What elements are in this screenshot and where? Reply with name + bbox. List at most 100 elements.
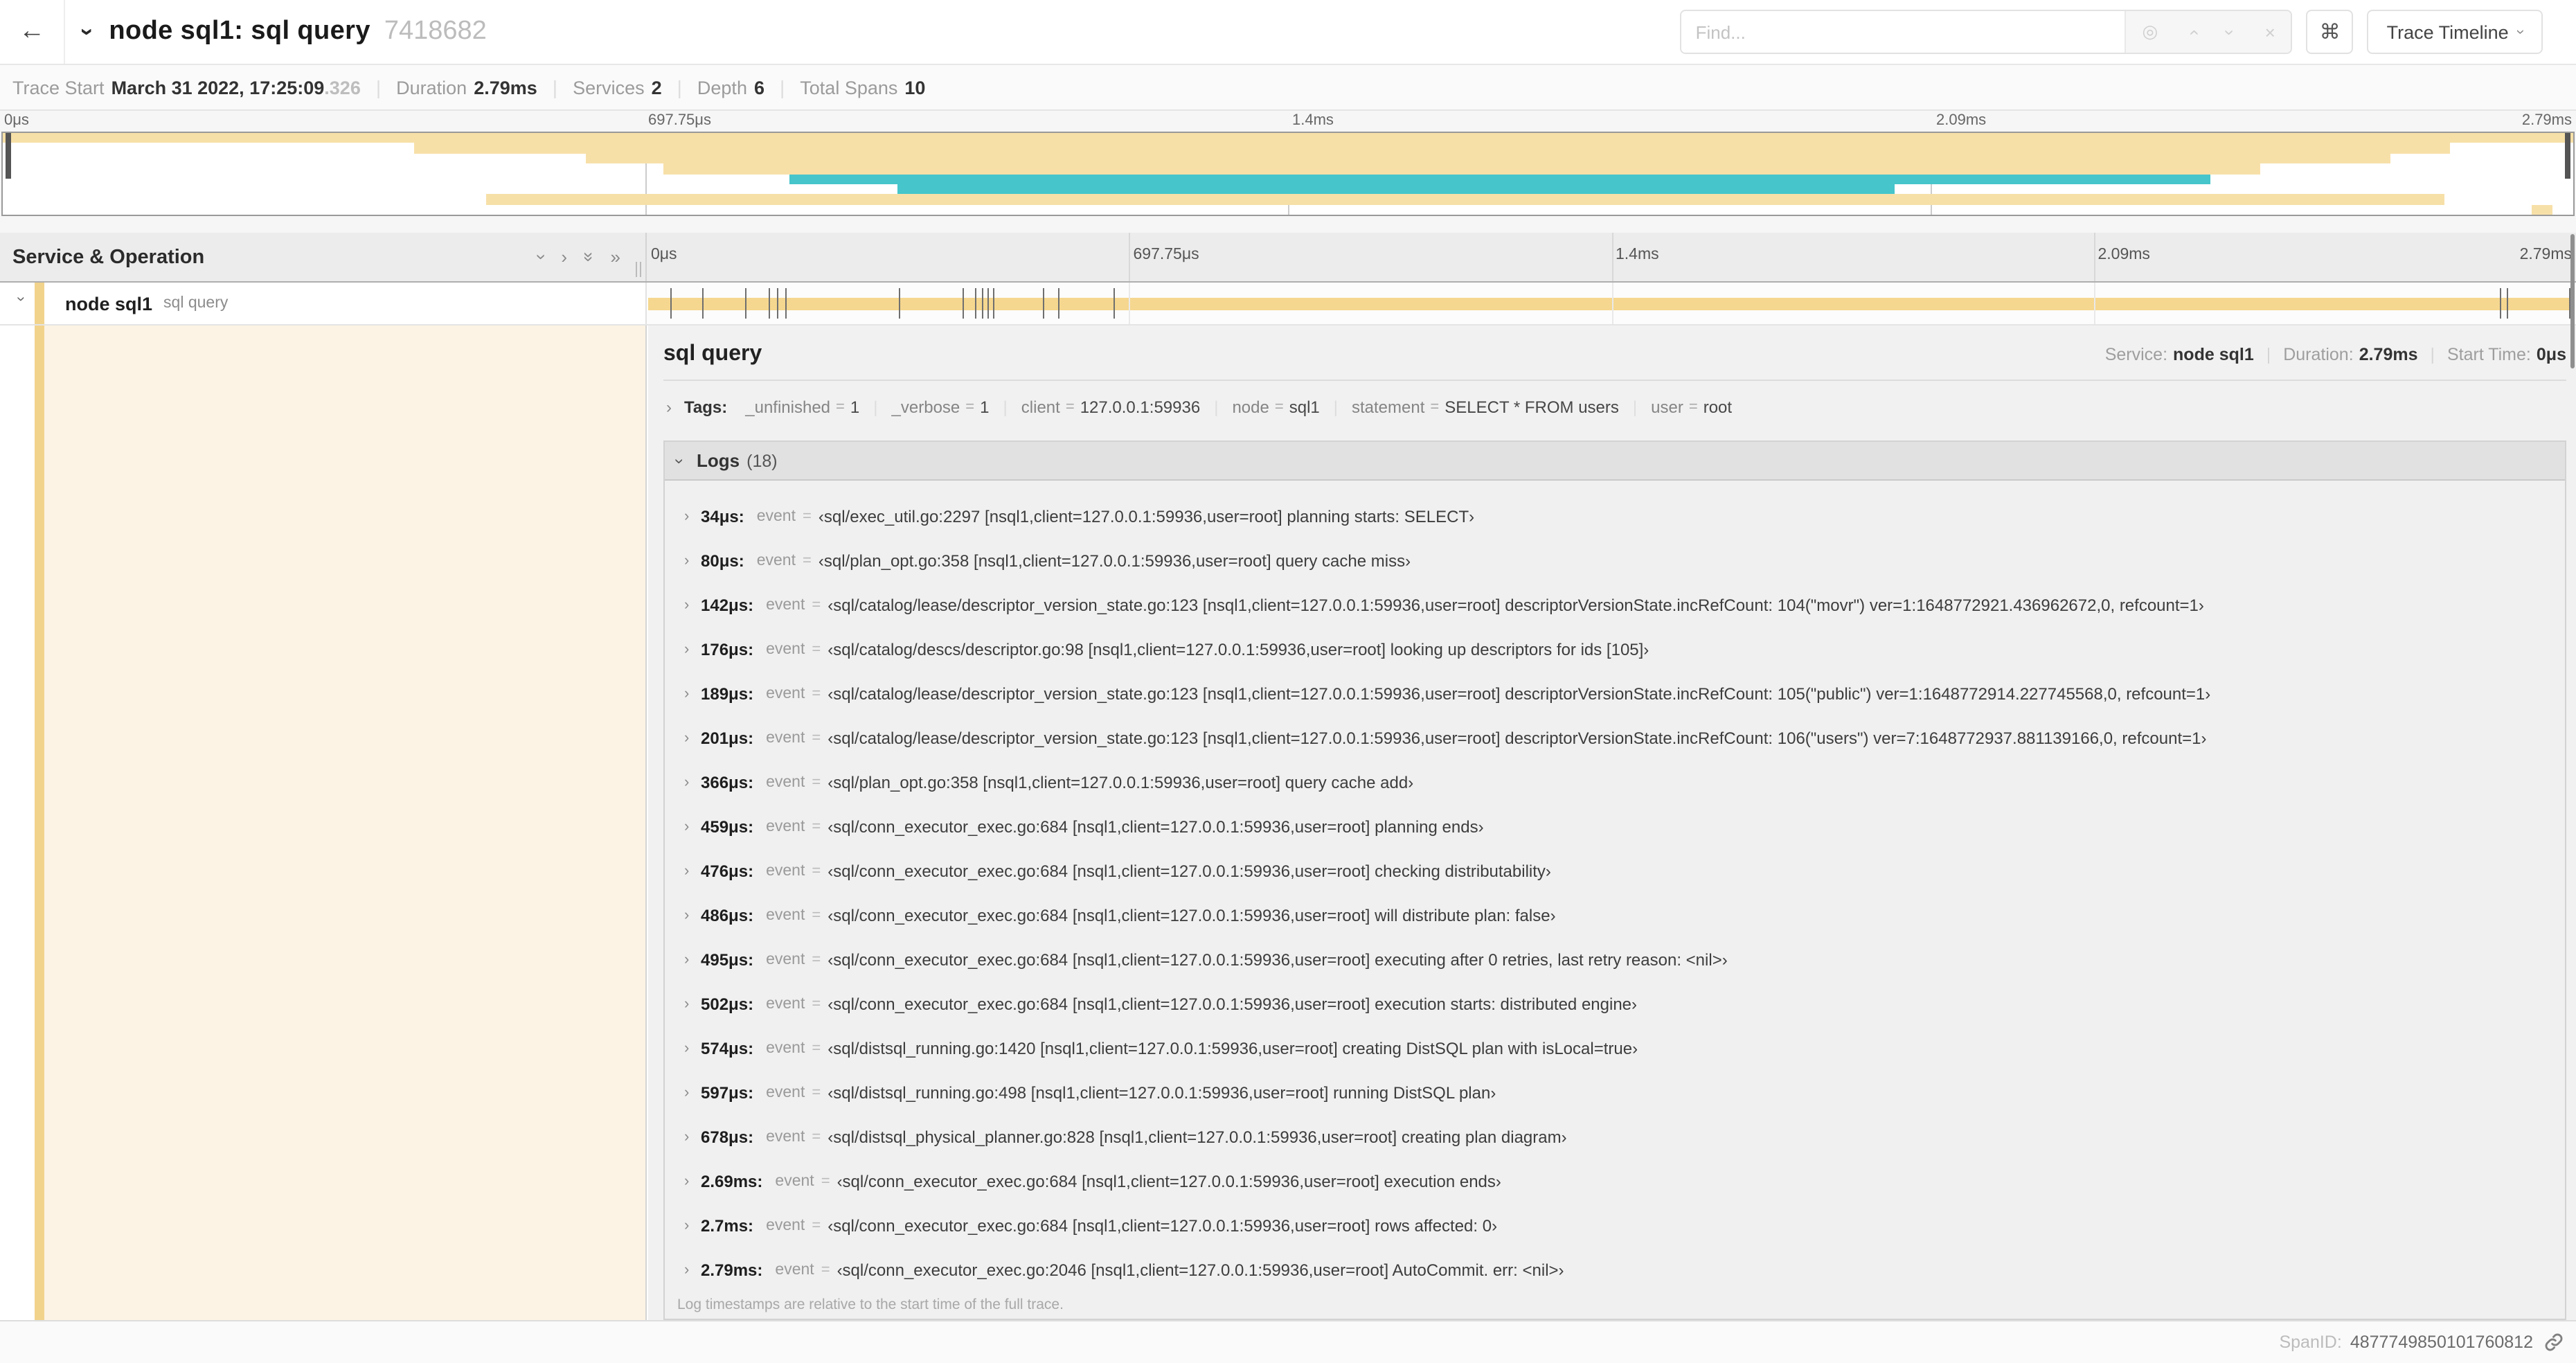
log-expand-chevron-icon: › (684, 1262, 690, 1279)
log-timestamp: 476μs: (701, 862, 754, 881)
column-resizer-handle[interactable] (636, 262, 641, 277)
log-entry[interactable]: › 459μs: event = ‹sql/conn_executor_exec.go:… (665, 805, 2565, 849)
log-expand-chevron-icon: › (684, 1085, 690, 1101)
tag-equals: = (836, 399, 845, 416)
next-result-icon[interactable]: › (2220, 29, 2241, 35)
trace-start-label: Trace Start (12, 77, 105, 98)
log-entry[interactable]: › 201μs: event = ‹sql/catalog/lease/descript… (665, 716, 2565, 760)
log-message: ‹sql/conn_executor_exec.go:684 [nsql1,cl… (837, 1172, 1501, 1191)
vertical-scrollbar-thumb[interactable] (2570, 234, 2575, 368)
deep-link-icon[interactable] (2544, 1333, 2564, 1352)
timeline-gridline (2093, 233, 2095, 281)
trace-id: 7418682 (384, 17, 487, 46)
log-entry[interactable]: › 678μs: event = ‹sql/distsql_physical_plann… (665, 1115, 2565, 1159)
log-entry[interactable]: › 142μs: event = ‹sql/catalog/lease/descript… (665, 583, 2565, 627)
tag-list: _unfinished = 1 | _verbose = 1 | client = 127.0.0.… (745, 398, 1732, 417)
span-detail-left-fill (44, 326, 645, 1320)
span-row-node-sql1[interactable]: › node sql1 sql query (0, 283, 2576, 326)
divider (663, 380, 2566, 381)
minimap-span (789, 174, 2211, 184)
log-equals: = (812, 1218, 821, 1234)
log-timestamp: 189μs: (701, 684, 754, 704)
trace-timeline-page: ← › node sql1: sql query 7418682 ◎ › › ×… (0, 0, 2576, 1363)
log-entry[interactable]: › 80μs: event = ‹sql/plan_opt.go:358 [nsql1,… (665, 539, 2565, 583)
log-entry[interactable]: › 34μs: event = ‹sql/exec_util.go:2297 [nsql… (665, 495, 2565, 539)
span-operation-name: sql query (163, 295, 229, 312)
log-equals: = (812, 1040, 821, 1057)
log-message: ‹sql/conn_executor_exec.go:2046 [nsql1,c… (837, 1260, 1564, 1280)
total-spans-label: Total Spans (800, 77, 898, 98)
service-label: Service: (2104, 345, 2168, 364)
span-collapse-chevron-icon[interactable]: › (12, 296, 29, 310)
log-marker (785, 288, 787, 319)
log-event-label: event (756, 508, 796, 525)
keyboard-shortcuts-button[interactable]: ⌘ (2306, 10, 2354, 54)
span-detail-footer: SpanID: 4877749850101760812 (0, 1320, 2576, 1363)
log-event-label: event (775, 1262, 814, 1279)
divider: | (2430, 345, 2435, 364)
expand-one-icon[interactable]: › (561, 247, 567, 267)
log-entry[interactable]: › 2.7ms: event = ‹sql/conn_executor_exec.go:… (665, 1204, 2565, 1248)
minimap-canvas[interactable] (1, 132, 2575, 216)
minimap-left-drag-handle[interactable] (6, 133, 11, 179)
log-entry[interactable]: › 189μs: event = ‹sql/catalog/lease/descript… (665, 672, 2565, 716)
log-expand-chevron-icon: › (684, 774, 690, 791)
span-id-value: 4877749850101760812 (2350, 1333, 2533, 1352)
log-marker (2500, 288, 2502, 319)
span-duration-bar[interactable] (648, 298, 2569, 310)
log-entry[interactable]: › 2.69ms: event = ‹sql/conn_executor_exec.go… (665, 1159, 2565, 1204)
divider: | (677, 76, 682, 98)
collapse-one-icon[interactable]: › (531, 254, 552, 260)
log-entry[interactable]: › 2.79ms: event = ‹sql/conn_executor_exec.go… (665, 1248, 2565, 1292)
collapse-all-icon[interactable]: » (578, 252, 599, 262)
log-marker (987, 288, 990, 319)
log-equals: = (821, 1173, 830, 1190)
log-entry[interactable]: › 502μs: event = ‹sql/conn_executor_exec.go:… (665, 982, 2565, 1026)
back-button[interactable]: ← (0, 0, 64, 64)
top-bar-actions: ◎ › › × ⌘ Trace Timeline › (1680, 10, 2543, 54)
logs-header[interactable]: › Logs (18) (665, 442, 2565, 481)
log-entry[interactable]: › 366μs: event = ‹sql/plan_opt.go:358 [nsql1… (665, 760, 2565, 805)
log-entry[interactable]: › 176μs: event = ‹sql/catalog/descs/descript… (665, 627, 2565, 672)
log-event-label: event (766, 730, 805, 747)
log-entry[interactable]: › 574μs: event = ‹sql/distsql_running.go:142… (665, 1026, 2565, 1071)
timeline-tick-label: 1.4ms (1292, 112, 1334, 129)
log-equals: = (803, 553, 812, 569)
match-highlight-icon[interactable]: ◎ (2142, 21, 2158, 43)
minimap-span (897, 184, 1895, 195)
log-marker (992, 288, 994, 319)
duration-value: 2.79ms (474, 77, 537, 98)
span-color-strip (35, 326, 44, 1320)
log-event-label: event (766, 907, 805, 924)
service-operation-header: Service & Operation › › » » (0, 233, 647, 281)
tag-key: statement (1352, 398, 1425, 417)
log-equals: = (812, 952, 821, 968)
log-entry[interactable]: › 495μs: event = ‹sql/conn_executor_exec.go:… (665, 938, 2565, 982)
find-input[interactable] (1681, 11, 2125, 53)
minimap-right-drag-handle[interactable] (2565, 133, 2570, 179)
span-row-timeline-cell (647, 283, 2576, 324)
duration-label: Duration (396, 77, 467, 98)
timeline-tick-label: 697.75μs (648, 112, 711, 129)
log-expand-chevron-icon: › (684, 1129, 690, 1146)
minimap-span-rows (3, 133, 2573, 215)
clear-search-icon[interactable]: × (2265, 21, 2275, 42)
collapse-trace-chevron-icon[interactable]: › (73, 28, 101, 35)
log-entry[interactable]: › 476μs: event = ‹sql/conn_executor_exec.go:… (665, 849, 2565, 893)
log-entry[interactable]: › 597μs: event = ‹sql/distsql_running.go:498… (665, 1071, 2565, 1115)
depth-label: Depth (697, 77, 747, 98)
tags-row[interactable]: › Tags: _unfinished = 1 | _verbose = 1 | client =… (663, 392, 2566, 422)
view-selector-button[interactable]: Trace Timeline › (2367, 10, 2543, 54)
log-marker (701, 288, 704, 319)
log-entry[interactable]: › 486μs: event = ‹sql/conn_executor_exec.go:… (665, 893, 2565, 938)
timeline-gridline (1129, 283, 1131, 324)
back-arrow-icon: ← (19, 17, 45, 46)
command-icon: ⌘ (2319, 21, 2341, 44)
log-event-label: event (766, 1085, 805, 1101)
log-message: ‹sql/exec_util.go:2297 [nsql1,client=127… (818, 507, 1475, 526)
log-timestamp: 142μs: (701, 596, 754, 615)
duration-label: Duration: (2283, 345, 2354, 364)
expand-all-icon[interactable]: » (611, 247, 620, 267)
minimap-span (413, 143, 2450, 154)
prev-result-icon[interactable]: › (2182, 29, 2203, 35)
